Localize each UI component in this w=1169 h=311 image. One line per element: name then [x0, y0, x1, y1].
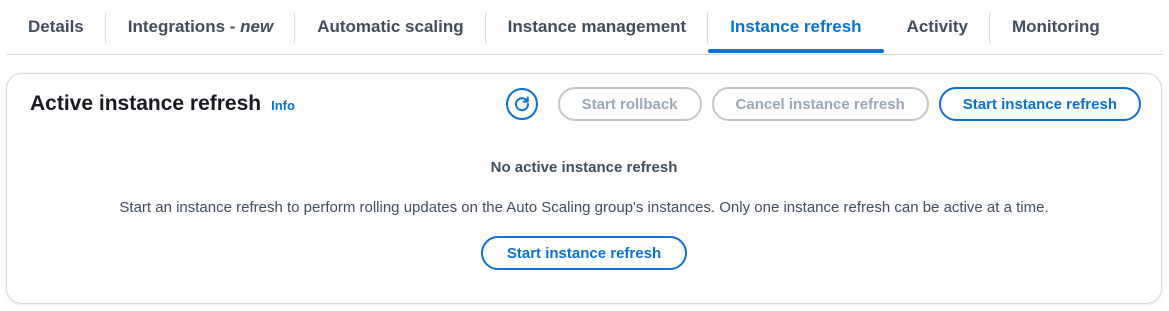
active-instance-refresh-panel: Active instance refresh Info Start rollb…: [6, 73, 1162, 304]
panel-title: Active instance refresh: [30, 92, 262, 115]
panel-header: Active instance refresh Info: [30, 92, 295, 116]
empty-state-description: Start an instance refresh to perform rol…: [119, 199, 1049, 216]
tab-activity[interactable]: Activity: [885, 0, 990, 54]
start-instance-refresh-button[interactable]: Start instance refresh: [938, 87, 1141, 121]
tab-label: Details: [28, 17, 84, 36]
empty-start-instance-refresh-button[interactable]: Start instance refresh: [481, 236, 687, 270]
refresh-button[interactable]: [505, 88, 538, 120]
tab-label: Integrations -: [127, 17, 241, 36]
tab-label: Activity: [906, 17, 968, 36]
tab-new-tag: new: [240, 17, 274, 36]
tab-instance-refresh[interactable]: Instance refresh: [708, 0, 884, 54]
tab-label: Monitoring: [1011, 17, 1100, 36]
start-rollback-button[interactable]: Start rollback: [557, 87, 702, 121]
tab-integrations[interactable]: Integrations - new: [106, 0, 296, 54]
tab-automatic-scaling[interactable]: Automatic scaling: [295, 0, 486, 54]
tab-instance-management[interactable]: Instance management: [486, 0, 709, 54]
panel-actions: Start rollback Cancel instance refresh S…: [505, 87, 1141, 121]
cancel-instance-refresh-button[interactable]: Cancel instance refresh: [711, 87, 929, 121]
empty-state-title: No active instance refresh: [490, 159, 678, 176]
empty-state-action: Start instance refresh: [7, 236, 1161, 270]
tab-bar: Details Integrations - new Automatic sca…: [6, 0, 1163, 55]
info-link[interactable]: Info: [271, 98, 295, 113]
refresh-icon: [513, 95, 531, 113]
tab-label: Automatic scaling: [317, 17, 464, 36]
tab-label: Instance refresh: [730, 17, 862, 36]
tab-monitoring[interactable]: Monitoring: [990, 0, 1122, 54]
tab-label: Instance management: [507, 17, 687, 36]
tab-details[interactable]: Details: [6, 0, 106, 54]
